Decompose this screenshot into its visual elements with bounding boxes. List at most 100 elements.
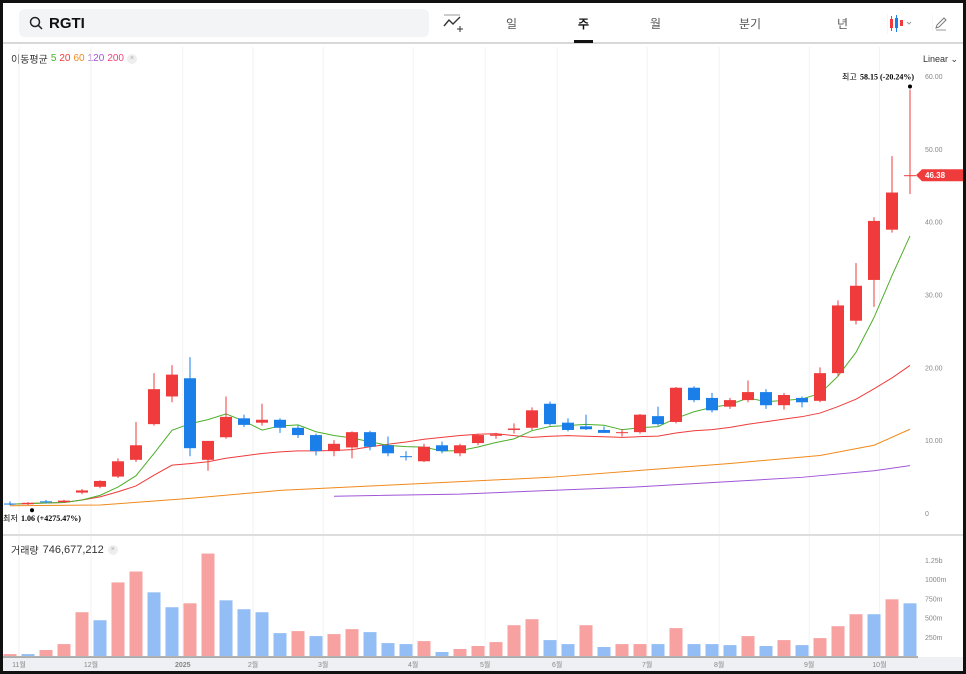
high-marker: [908, 84, 912, 89]
price-tick-label: 30.00: [925, 293, 943, 300]
volume-bar: [291, 631, 305, 656]
low-label: 최저: [3, 513, 18, 523]
volume-bar: [453, 649, 467, 656]
volume-bar: [327, 634, 341, 656]
volume-bar: [471, 646, 485, 656]
low-value: 1.06 (+4275.47%): [21, 514, 81, 523]
candle-body: [778, 395, 790, 406]
volume-value: 746,677,212: [42, 543, 104, 556]
candle-body: [364, 432, 376, 447]
volume-bar: [75, 612, 89, 656]
volume-bar: [615, 644, 629, 656]
candle-body: [544, 403, 556, 425]
candle-body: [238, 418, 250, 425]
volume-bar: [903, 603, 917, 656]
volume-bar: [165, 607, 179, 656]
price-tick-label: 10.00: [925, 438, 943, 445]
candle-body: [166, 374, 178, 397]
volume-bar: [561, 644, 575, 656]
volume-bar: [525, 619, 539, 656]
volume-bar: [111, 582, 125, 656]
time-tick-label: 12월: [84, 660, 98, 669]
candle-body: [724, 400, 736, 407]
volume-bar: [255, 612, 269, 656]
candle-body: [76, 490, 88, 493]
volume-bar: [741, 636, 755, 656]
volume-tick-label: 500m: [925, 616, 943, 623]
volume-bar: [345, 629, 359, 656]
candle-body: [418, 446, 430, 462]
candle-body: [274, 419, 286, 428]
stock-chart-window: RGTI 일 주 월 분기 년 이동평균 5 20 60 120 200 × L…: [3, 3, 963, 671]
candle-body: [562, 422, 574, 430]
volume-bar: [435, 652, 449, 656]
ma-20-line: [9, 365, 911, 505]
volume-bar: [183, 603, 197, 656]
candle-body: [328, 443, 340, 452]
candle-body: [256, 419, 268, 423]
low-marker: [30, 508, 34, 513]
candle-body: [112, 461, 124, 477]
candle-body: [706, 397, 718, 411]
time-tick-label: 2025: [175, 662, 191, 669]
volume-bar: [813, 638, 827, 656]
price-tick-label: 60.00: [925, 74, 943, 81]
time-tick-label: 6월: [552, 660, 562, 669]
candle-body: [652, 416, 664, 425]
volume-bar: [39, 650, 53, 656]
candle-body: [184, 378, 196, 449]
volume-bar: [399, 644, 413, 656]
candle-body: [670, 387, 682, 422]
volume-bar: [93, 620, 107, 656]
candle-body: [616, 432, 628, 434]
price-tick-label: 40.00: [925, 220, 943, 227]
volume-tick-label: 250m: [925, 635, 943, 642]
volume-bar: [381, 643, 395, 656]
volume-bar: [219, 600, 233, 656]
candle-body: [472, 435, 484, 444]
price-tick-label: 20.00: [925, 365, 943, 372]
volume-bar: [237, 609, 251, 656]
volume-bar: [201, 553, 215, 656]
candle-body: [310, 435, 322, 452]
candle-body: [94, 480, 106, 487]
volume-bar: [507, 625, 521, 656]
candle-body: [850, 285, 862, 321]
time-tick-label: 10월: [872, 660, 886, 669]
volume-bar: [129, 571, 143, 656]
high-value: 58.15 (-20.24%): [860, 72, 914, 81]
time-tick-label: 7월: [642, 660, 652, 669]
candle-body: [598, 429, 610, 433]
candle-body: [202, 440, 214, 460]
candle-body: [868, 220, 880, 280]
volume-bar: [759, 646, 773, 656]
candle-body: [40, 501, 52, 503]
candle-body: [22, 502, 34, 505]
volume-bar: [597, 647, 611, 656]
volume-bar: [363, 632, 377, 656]
ma-120-line: [333, 465, 911, 497]
price-chart[interactable]: 0 10.00 20.00 30.00 40.00 50.00 60.00 250m 500m 7…: [3, 3, 963, 671]
candle-body: [814, 373, 826, 401]
volume-legend: 거래량 746,677,212 ×: [11, 542, 118, 557]
volume-bar: [3, 654, 17, 656]
candle-body: [904, 175, 916, 177]
candle-body: [508, 428, 520, 430]
volume-bar: [723, 645, 737, 656]
volume-bar: [651, 644, 665, 656]
volume-bar: [21, 654, 35, 656]
volume-bar: [57, 644, 71, 656]
candle-body: [832, 305, 844, 374]
volume-bar: [831, 626, 845, 656]
volume-bar: [669, 628, 683, 656]
candle-body: [526, 410, 538, 428]
candle-body: [436, 445, 448, 452]
volume-bar: [777, 640, 791, 656]
volume-tick-label: 750m: [925, 596, 943, 603]
volume-bar: [705, 644, 719, 656]
close-icon[interactable]: ×: [107, 544, 118, 555]
candle-body: [688, 387, 700, 401]
price-tick-label: 50.00: [925, 147, 943, 154]
candle-body: [634, 414, 646, 433]
candle-body: [796, 397, 808, 403]
